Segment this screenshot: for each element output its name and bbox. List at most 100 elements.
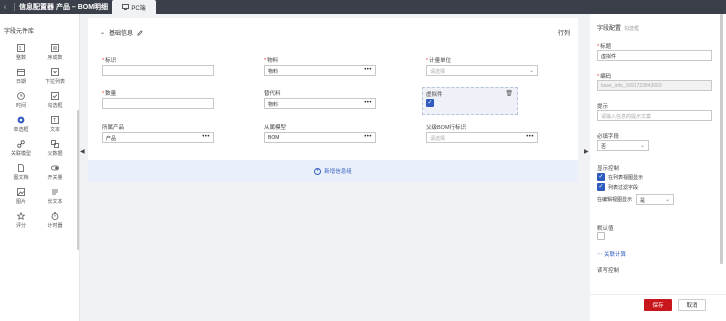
panel-scrollbar-thumb[interactable] (720, 14, 723, 264)
chevron-down-icon: ⌄ (639, 143, 645, 149)
field-substitute[interactable]: 替代料 物料 ••• (264, 89, 376, 109)
add-info-group-label: 新增信息组 (324, 169, 352, 175)
calc-link[interactable]: ⋯ 关联计算 (597, 252, 626, 258)
field-identifier[interactable]: *标识 (102, 56, 214, 76)
palette-item[interactable]: 勾选框 (40, 92, 70, 114)
palette-item[interactable]: 开关量 (40, 164, 70, 186)
text-icon: T (51, 116, 59, 124)
row-column-label[interactable]: 行列 (558, 28, 570, 37)
palette-item[interactable]: 评分 (6, 212, 36, 234)
palette-item[interactable]: 1 整数 (6, 44, 36, 66)
field-unit[interactable]: *计量单位 请选择 ⌄ (426, 56, 538, 76)
text-input[interactable] (102, 98, 214, 109)
lookup-input[interactable]: 物料 ••• (264, 65, 376, 76)
collapse-right-icon[interactable]: ▶ (584, 148, 589, 155)
save-button[interactable]: 保存 (644, 299, 672, 311)
calc-link-label: 关联计算 (604, 252, 627, 258)
edit-icon[interactable] (137, 29, 143, 36)
palette-item[interactable]: 单选框 (6, 116, 36, 138)
palette-item[interactable]: 时间 (6, 92, 36, 114)
cancel-button[interactable]: 取消 (678, 299, 706, 311)
hint-input[interactable]: 请输入信息的提示文案 (597, 110, 712, 121)
more-icon[interactable]: ••• (364, 134, 372, 140)
title-input[interactable]: 虚拟件 (597, 50, 712, 61)
field-quantity[interactable]: *数量 (102, 89, 214, 109)
palette-item[interactable]: 长文本 (40, 188, 70, 210)
lookup-input[interactable]: BOM ••• (264, 132, 376, 143)
palette-item-label: 下拉列表 (44, 79, 65, 85)
radio-icon (17, 116, 25, 124)
more-icon[interactable]: ••• (526, 134, 534, 140)
more-icon[interactable]: ••• (202, 134, 210, 140)
panel-scrollbar[interactable] (720, 14, 723, 264)
more-icon[interactable]: ••• (364, 100, 372, 106)
field-label: 从属模型 (264, 123, 376, 132)
lookup-value: 产品 (106, 136, 117, 142)
field-label: 替代料 (264, 89, 376, 98)
palette-item-label: 开关量 (47, 175, 63, 181)
divider (14, 3, 15, 11)
lookup-input[interactable]: 物料 ••• (264, 98, 376, 109)
palette-item-label: 时间 (15, 103, 26, 109)
section-header[interactable]: ⌄ 基础信息 (100, 28, 143, 37)
palette-item[interactable]: T 文本 (40, 116, 70, 138)
required-mark: * (102, 58, 105, 64)
field-label: *数量 (102, 89, 214, 98)
sublist-icon (51, 68, 59, 76)
svg-text:T: T (53, 118, 56, 124)
palette-item-label: 计时器 (47, 223, 63, 229)
palette-item[interactable]: 下拉列表 (40, 68, 70, 90)
lookup-input[interactable]: 产品 ••• (102, 132, 214, 143)
add-info-group-button[interactable]: + 新增信息组 (88, 160, 578, 182)
sidebar-scrollbar[interactable] (77, 110, 79, 250)
palette-item-label: 序成数 (47, 55, 63, 61)
field-virtual-part-selected[interactable]: 虚拟件 ✓ 🗑 (422, 87, 518, 115)
default-checkbox[interactable] (597, 232, 605, 240)
palette-item[interactable]: 关联模型 (6, 140, 36, 162)
more-icon[interactable]: ••• (364, 67, 372, 73)
palette-item[interactable]: 图文档 (6, 164, 36, 186)
option-label: 在编辑视图显示 (597, 196, 633, 203)
palette-item[interactable]: 日期 (6, 68, 36, 90)
edit-view-row: 在编辑视图显示 是 ⌄ (597, 193, 712, 205)
config-label: 读写控制 (597, 268, 620, 274)
virtual-part-checkbox[interactable]: ✓ (426, 99, 434, 107)
collapse-left-icon[interactable]: ◀ (80, 148, 85, 155)
show-in-table-checkbox[interactable]: ✓ (597, 173, 605, 181)
lookup-input[interactable]: 请选择 ••• (426, 132, 538, 143)
field-product[interactable]: 所属产品 产品 ••• (102, 123, 214, 143)
palette-item[interactable]: 计时器 (40, 212, 70, 234)
panel-footer: 保存 取消 (590, 294, 726, 321)
field-parent-bom[interactable]: 父级BOM行标识 请选择 ••• (426, 123, 538, 143)
palette-item-label: 勾选框 (47, 103, 63, 109)
time-icon (17, 92, 25, 100)
palette-item[interactable]: 图片 (6, 188, 36, 210)
filter-checkbox[interactable]: ✓ (597, 183, 605, 191)
show-in-table-option[interactable]: ✓ 在列表视图显示 (597, 172, 712, 182)
config-title: *标题 虚拟件 (597, 42, 712, 61)
tab-pc[interactable]: PC端 (112, 0, 156, 14)
trash-icon[interactable]: 🗑 (505, 90, 513, 97)
text-input[interactable] (102, 65, 214, 76)
number-icon: 1 (17, 44, 25, 52)
field-label: 父级BOM行标识 (426, 123, 538, 132)
palette-item[interactable]: 序成数 (40, 44, 70, 66)
edit-view-select[interactable]: 是 ⌄ (636, 193, 675, 205)
field-label: *物料 (264, 56, 376, 65)
field-label: 虚拟件 (426, 90, 514, 99)
field-config-panel: 字段配置 勾选框 *标题 虚拟件 *编码 base_info_1691722843… (590, 14, 726, 294)
filter-option[interactable]: ✓ 列表过滤字段 (597, 182, 712, 192)
required-select[interactable]: 否 ⌄ (597, 140, 649, 151)
select-input[interactable]: 请选择 ⌄ (426, 65, 538, 76)
config-display: 显示控制 ✓ 在列表视图显示 ✓ 列表过滤字段 在编辑视图显示 是 ⌄ (597, 164, 712, 205)
config-label: *编码 (597, 72, 712, 80)
back-icon[interactable]: ‹ (0, 4, 10, 11)
top-bar: ‹ 信息配置器 产品 – BOM明细 PC端 (0, 0, 726, 14)
palette-item[interactable]: 父数据 (40, 140, 70, 162)
chevron-down-icon[interactable]: ⌄ (100, 29, 105, 36)
config-label: 默认值 (597, 226, 614, 232)
link-icon: ⋯ (597, 252, 605, 258)
palette-item-label: 父数据 (47, 151, 63, 157)
field-material[interactable]: *物料 物料 ••• (264, 56, 376, 76)
field-model[interactable]: 从属模型 BOM ••• (264, 123, 376, 143)
